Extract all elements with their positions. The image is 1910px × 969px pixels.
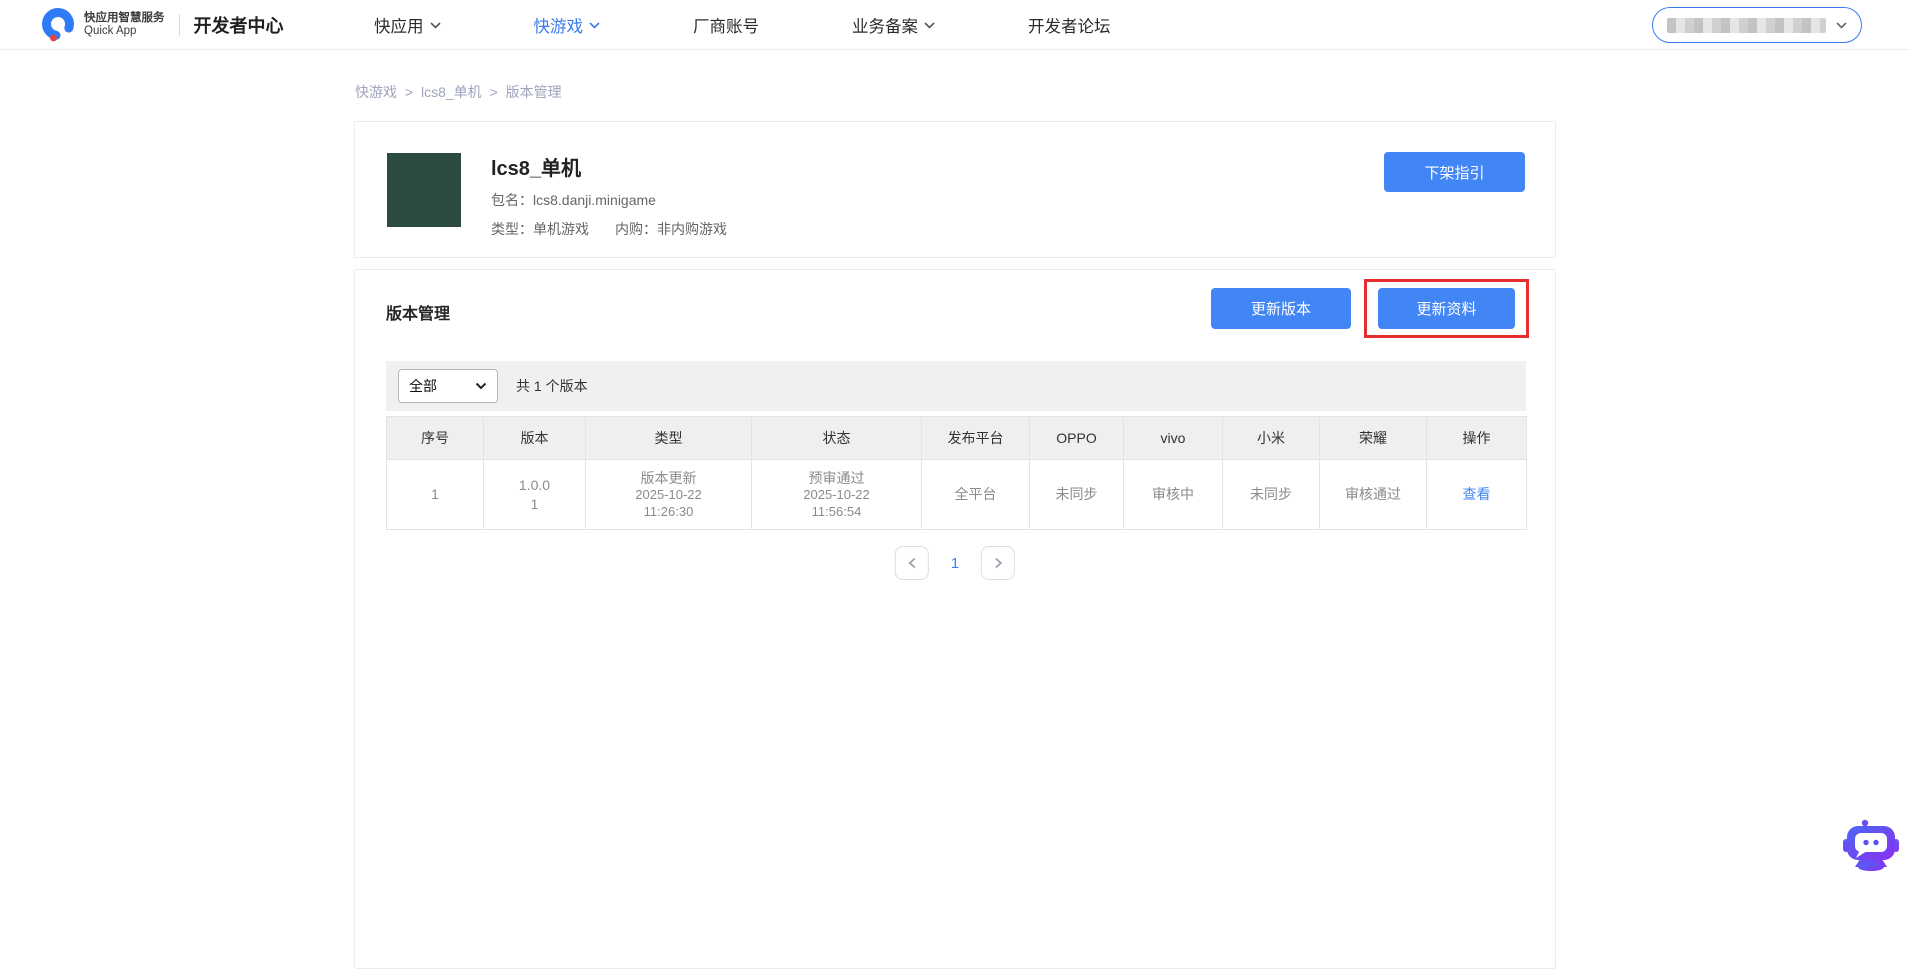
nav-label: 快应用 <box>374 13 424 37</box>
nav-item-developer-forum[interactable]: 开发者论坛 <box>1028 13 1111 37</box>
version-count-text: 共 1 个版本 <box>516 376 588 396</box>
table-header-row: 序号 版本 类型 状态 发布平台 OPPO vivo 小米 荣耀 操作 <box>387 417 1527 460</box>
cell-type: 版本更新 2025-10-22 11:26:30 <box>586 460 752 530</box>
chevron-left-icon <box>907 557 916 569</box>
game-package-line: 包名：lcs8.danji.minigame <box>491 190 727 210</box>
package-label: 包名： <box>491 192 533 208</box>
chat-assistant-button[interactable] <box>1842 816 1900 874</box>
type-value: 单机游戏 <box>533 221 589 237</box>
nav-item-quickgame[interactable]: 快游戏 <box>534 13 601 37</box>
nav-item-vendor-account[interactable]: 厂商账号 <box>693 13 759 37</box>
cell-index: 1 <box>387 460 484 530</box>
cell-oppo-status: 未同步 <box>1030 460 1124 530</box>
view-link[interactable]: 查看 <box>1463 486 1491 502</box>
breadcrumb-separator: > <box>405 84 413 100</box>
logo-text: 快应用智慧服务 Quick App <box>84 12 165 38</box>
chevron-down-icon <box>1836 22 1847 29</box>
portal-title: 开发者中心 <box>194 12 284 38</box>
breadcrumb-separator: > <box>490 84 498 100</box>
status-time: 11:56:54 <box>752 504 921 521</box>
col-honor: 荣耀 <box>1320 417 1427 460</box>
cell-vivo-status: 审核中 <box>1124 460 1223 530</box>
nav-item-business-filing[interactable]: 业务备案 <box>852 13 935 37</box>
account-name-redacted <box>1667 18 1826 33</box>
col-index: 序号 <box>387 417 484 460</box>
chevron-right-icon <box>994 557 1003 569</box>
cell-xiaomi-status: 未同步 <box>1223 460 1320 530</box>
game-info: lcs8_单机 包名：lcs8.danji.minigame 类型：单机游戏 内购… <box>491 152 727 239</box>
version-filter-select[interactable]: 全部 <box>398 369 498 403</box>
update-info-button[interactable]: 更新资料 <box>1378 288 1515 329</box>
breadcrumb-version-management: 版本管理 <box>506 84 562 100</box>
chevron-down-icon <box>924 22 935 29</box>
logo-cluster: 快应用智慧服务 Quick App 开发者中心 <box>40 0 284 50</box>
status-value: 预审通过 <box>752 469 921 487</box>
col-xiaomi: 小米 <box>1223 417 1320 460</box>
game-title: lcs8_单机 <box>491 152 727 181</box>
chevron-down-icon <box>475 382 487 390</box>
cell-honor-status: 审核通过 <box>1320 460 1427 530</box>
next-page-button[interactable] <box>981 546 1015 580</box>
type-date: 2025-10-22 <box>586 487 751 504</box>
version-code: 1 <box>484 495 585 513</box>
chevron-down-icon <box>589 22 600 29</box>
logo-divider <box>179 14 180 36</box>
logo-line2: Quick App <box>84 25 165 38</box>
type-time: 11:26:30 <box>586 504 751 521</box>
version-table: 序号 版本 类型 状态 发布平台 OPPO vivo 小米 荣耀 操作 1 1.… <box>386 416 1527 530</box>
robot-icon <box>1842 816 1900 874</box>
iap-label: 内购： <box>615 221 657 237</box>
col-platform: 发布平台 <box>922 417 1030 460</box>
chevron-down-icon <box>430 22 441 29</box>
main-nav: 快应用 快游戏 厂商账号 业务备案 开发者论坛 <box>374 0 1111 50</box>
section-title: 版本管理 <box>386 300 450 324</box>
cell-platform: 全平台 <box>922 460 1030 530</box>
red-highlight-annotation: 更新资料 <box>1364 279 1529 338</box>
breadcrumb-app[interactable]: lcs8_单机 <box>421 84 482 100</box>
top-navigation-bar: 快应用智慧服务 Quick App 开发者中心 快应用 快游戏 厂商账号 业务备… <box>0 0 1910 50</box>
type-label: 类型： <box>491 221 533 237</box>
account-selector[interactable] <box>1652 7 1862 43</box>
nav-item-quickapp[interactable]: 快应用 <box>374 13 441 37</box>
table-row: 1 1.0.0 1 版本更新 2025-10-22 11:26:30 预审通过 … <box>387 460 1527 530</box>
col-version: 版本 <box>484 417 586 460</box>
iap-value: 非内购游戏 <box>657 221 727 237</box>
cell-status: 预审通过 2025-10-22 11:56:54 <box>752 460 922 530</box>
update-version-button[interactable]: 更新版本 <box>1211 288 1351 329</box>
breadcrumb: 快游戏 > lcs8_单机 > 版本管理 <box>355 82 566 102</box>
col-type: 类型 <box>586 417 752 460</box>
col-status: 状态 <box>752 417 922 460</box>
prev-page-button[interactable] <box>895 546 929 580</box>
quickapp-logo-icon <box>40 7 76 43</box>
game-app-icon <box>387 153 461 227</box>
selected-option: 全部 <box>409 376 437 396</box>
nav-label: 快游戏 <box>534 13 584 37</box>
offline-guide-button[interactable]: 下架指引 <box>1384 152 1525 192</box>
logo-line1: 快应用智慧服务 <box>84 12 165 25</box>
col-vivo: vivo <box>1124 417 1223 460</box>
package-value: lcs8.danji.minigame <box>533 192 656 208</box>
type-value: 版本更新 <box>586 469 751 487</box>
col-oppo: OPPO <box>1030 417 1124 460</box>
nav-label: 业务备案 <box>852 13 918 37</box>
status-date: 2025-10-22 <box>752 487 921 504</box>
game-info-card: lcs8_单机 包名：lcs8.danji.minigame 类型：单机游戏 内购… <box>354 121 1556 258</box>
cell-action: 查看 <box>1427 460 1527 530</box>
game-type-line: 类型：单机游戏 内购：非内购游戏 <box>491 219 727 239</box>
col-action: 操作 <box>1427 417 1527 460</box>
cell-version: 1.0.0 1 <box>484 460 586 530</box>
version-management-card: 版本管理 更新版本 更新资料 全部 共 1 个版本 序号 版本 类型 状态 发布… <box>354 269 1556 969</box>
version-number: 1.0.0 <box>484 476 585 494</box>
breadcrumb-quickgame[interactable]: 快游戏 <box>355 84 397 100</box>
page-number-1[interactable]: 1 <box>951 555 959 572</box>
nav-label: 厂商账号 <box>693 13 759 37</box>
nav-label: 开发者论坛 <box>1028 13 1111 37</box>
pagination: 1 <box>895 546 1015 580</box>
version-filter-bar: 全部 共 1 个版本 <box>386 361 1526 411</box>
